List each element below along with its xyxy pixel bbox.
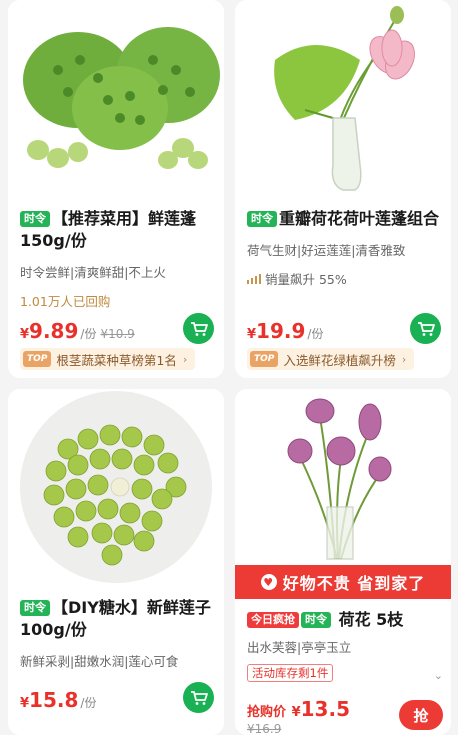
price-row: ¥15.8/份 xyxy=(20,682,214,714)
price-row: ¥9.89/份 ¥10.9 xyxy=(20,313,214,345)
promo-banner[interactable]: ♥ 好物不贵 省到家了 xyxy=(235,565,451,599)
seasonal-tag: 时令 xyxy=(20,211,50,227)
lotus-seedpod-image[interactable] xyxy=(8,0,224,200)
price: ¥19.9/份 xyxy=(247,319,324,343)
product-info: 时令 【DIY糖水】新鲜莲子 100g/份 新鲜采剥|甜嫩水润|莲心可食 xyxy=(20,597,214,670)
product-title[interactable]: 时令 重瓣荷花荷叶莲蓬组合 xyxy=(247,208,441,230)
grab-price: 抢购价 ¥13.5 xyxy=(247,697,350,721)
sales-trend: 销量飙升 55% xyxy=(247,269,441,288)
rank-badge[interactable]: TOP 入选鲜花绿植飙升榜 › xyxy=(247,348,415,370)
heart-icon: ♥ xyxy=(260,574,277,590)
product-title[interactable]: 时令 【DIY糖水】新鲜莲子 100g/份 xyxy=(20,597,214,641)
product-card-lotus-flower-combo[interactable]: 时令 重瓣荷花荷叶莲蓬组合 荷气生财|好运莲莲|清香雅致 销量飙升 55% ¥19… xyxy=(235,0,451,378)
add-to-cart-button[interactable] xyxy=(183,682,214,713)
cart-icon xyxy=(190,690,208,705)
rank-text: 根茎蔬菜种草榜第1名 xyxy=(56,352,177,368)
rank-badge[interactable]: TOP 根茎蔬菜种草榜第1名 › xyxy=(20,348,196,370)
product-subtitle: 新鲜采剥|甜嫩水润|莲心可食 xyxy=(20,654,179,669)
rank-text: 入选鲜花绿植飙升榜 xyxy=(283,352,396,368)
product-info: 今日疯抢 时令 荷花 5枝 出水芙蓉|亭亭玉立 活动库存剩1件 xyxy=(247,609,441,682)
product-card-lotus-seeds[interactable]: 时令 【DIY糖水】新鲜莲子 100g/份 新鲜采剥|甜嫩水润|莲心可食 ¥15.… xyxy=(8,389,224,735)
add-to-cart-button[interactable] xyxy=(183,313,214,344)
banner-text: 好物不贵 省到家了 xyxy=(282,574,426,593)
original-price: ¥10.9 xyxy=(100,327,135,341)
title-text: 重瓣荷花荷叶莲蓬组合 xyxy=(279,209,440,228)
seasonal-tag: 时令 xyxy=(20,600,50,616)
lotus-seeds-plate-image[interactable] xyxy=(8,389,224,589)
title-text: 荷花 5枝 xyxy=(338,610,404,629)
original-price: ¥16.9 xyxy=(247,722,282,735)
product-title[interactable]: 今日疯抢 时令 荷花 5枝 xyxy=(247,609,441,631)
product-subtitle: 荷气生财|好运莲莲|清香雅致 xyxy=(247,243,406,258)
price-row: ¥19.9/份 xyxy=(247,313,441,345)
chevron-right-icon: › xyxy=(401,352,407,366)
trend-up-icon xyxy=(247,274,261,284)
top-icon: TOP xyxy=(250,351,279,367)
lotus-buds-vase-image[interactable] xyxy=(235,389,451,589)
top-icon: TOP xyxy=(23,351,52,367)
product-subtitle: 出水芙蓉|亭亭玉立 xyxy=(247,640,352,655)
sales-trend-text: 销量飙升 55% xyxy=(265,272,347,287)
product-subtitle: 时令尝鲜|清爽鲜甜|不上火 xyxy=(20,265,166,280)
product-info: 时令 【推荐菜用】鲜莲蓬150g/份 时令尝鲜|清爽鲜甜|不上火 1.01万人已回… xyxy=(20,208,214,310)
repurchase-count: 1.01万人已回购 xyxy=(20,294,111,309)
chevron-down-icon[interactable]: ⌄ xyxy=(434,669,443,682)
cart-icon xyxy=(190,321,208,336)
grab-button[interactable]: 抢 xyxy=(399,700,443,730)
chevron-right-icon: › xyxy=(182,352,188,366)
product-card-lotus-5-stems[interactable]: ♥ 好物不贵 省到家了 今日疯抢 时令 荷花 5枝 出水芙蓉|亭亭玉立 活动库存剩1… xyxy=(235,389,451,735)
price: ¥9.89/份 ¥10.9 xyxy=(20,319,135,343)
stock-remaining-badge: 活动库存剩1件 xyxy=(247,664,334,682)
add-to-cart-button[interactable] xyxy=(410,313,441,344)
flash-sale-tag: 今日疯抢 xyxy=(247,612,299,628)
cart-icon xyxy=(417,321,435,336)
lotus-flower-vase-image[interactable] xyxy=(235,0,451,200)
seasonal-tag: 时令 xyxy=(301,612,331,628)
product-title[interactable]: 时令 【推荐菜用】鲜莲蓬150g/份 xyxy=(20,208,214,252)
product-info: 时令 重瓣荷花荷叶莲蓬组合 荷气生财|好运莲莲|清香雅致 销量飙升 55% xyxy=(247,208,441,288)
seasonal-tag: 时令 xyxy=(247,211,277,227)
price: ¥15.8/份 xyxy=(20,688,97,712)
product-card-lotus-pod[interactable]: 时令 【推荐菜用】鲜莲蓬150g/份 时令尝鲜|清爽鲜甜|不上火 1.01万人已回… xyxy=(8,0,224,378)
